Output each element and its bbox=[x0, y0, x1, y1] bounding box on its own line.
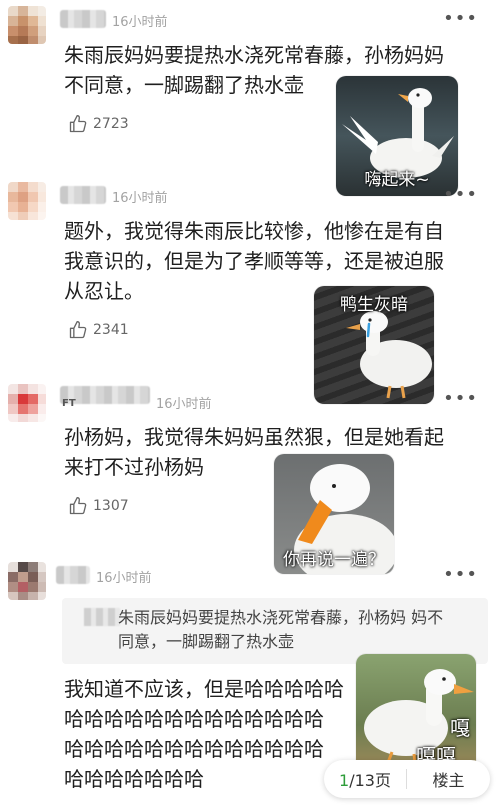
like-button[interactable]: 2341 bbox=[68, 320, 129, 340]
thumbs-up-icon bbox=[69, 115, 87, 133]
avatar[interactable] bbox=[8, 384, 46, 422]
sticker-caption: 鸭生灰暗 bbox=[340, 295, 408, 315]
comment-text: 孙杨妈，我觉得朱妈妈虽然狠，但是她看起 来打不过孙杨妈 bbox=[64, 425, 444, 479]
current-page: 1 bbox=[339, 771, 350, 790]
username-blurred[interactable] bbox=[60, 10, 106, 28]
comment-time: 16小时前 bbox=[156, 397, 212, 412]
like-count: 2341 bbox=[93, 322, 129, 338]
sticker-caption: 你再说一遍？ bbox=[283, 550, 385, 570]
duck-sticker-image[interactable]: 嘎 嘎嘎 bbox=[356, 654, 476, 772]
duck-sticker-image[interactable]: 你再说一遍？ bbox=[274, 454, 394, 574]
more-dots-icon[interactable]: ••• bbox=[443, 10, 478, 28]
avatar[interactable] bbox=[8, 562, 46, 600]
like-button[interactable]: 2723 bbox=[68, 114, 129, 134]
quoted-username-blurred bbox=[84, 608, 120, 626]
like-count: 1307 bbox=[93, 498, 129, 514]
comment-text: 我知道不应该，但是哈哈哈哈哈 哈哈哈哈哈哈哈哈哈哈哈哈哈 哈哈哈哈哈哈哈哈哈哈哈… bbox=[64, 677, 344, 791]
more-dots-icon[interactable]: ••• bbox=[443, 566, 478, 584]
username-blurred[interactable] bbox=[56, 566, 90, 584]
like-button[interactable]: 1307 bbox=[68, 496, 129, 516]
total-pages: /13页 bbox=[349, 771, 391, 790]
floor-owner-button[interactable]: 楼主 bbox=[407, 767, 490, 791]
sticker-caption: 嘎 bbox=[450, 716, 470, 740]
comment-time: 16小时前 bbox=[112, 191, 168, 206]
comment-time: 16小时前 bbox=[96, 571, 152, 586]
sticker-caption: 嗨起来~ bbox=[364, 170, 430, 190]
avatar[interactable] bbox=[8, 182, 46, 220]
quoted-comment-text: 朱雨辰妈妈要提热水浇死常春藤，孙杨妈 妈不同意，一脚踢翻了热水壶 bbox=[118, 608, 444, 651]
more-dots-icon[interactable]: ••• bbox=[443, 390, 478, 408]
username-visible-fragment[interactable]: FT bbox=[62, 398, 76, 409]
duck-sticker-image[interactable]: 嗨起来~ bbox=[336, 76, 458, 196]
page-indicator-button[interactable]: 1/13页 bbox=[324, 767, 406, 791]
thumbs-up-icon bbox=[69, 497, 87, 515]
comment-time: 16小时前 bbox=[112, 15, 168, 30]
page-navigator: 1/13页 楼主 bbox=[324, 760, 490, 798]
thumbs-up-icon bbox=[69, 321, 87, 339]
avatar[interactable] bbox=[8, 6, 46, 44]
username-blurred[interactable] bbox=[60, 186, 106, 204]
duck-sticker-image[interactable]: 鸭生灰暗 bbox=[314, 286, 434, 404]
like-count: 2723 bbox=[93, 116, 129, 132]
more-dots-icon[interactable]: ••• bbox=[443, 186, 478, 204]
